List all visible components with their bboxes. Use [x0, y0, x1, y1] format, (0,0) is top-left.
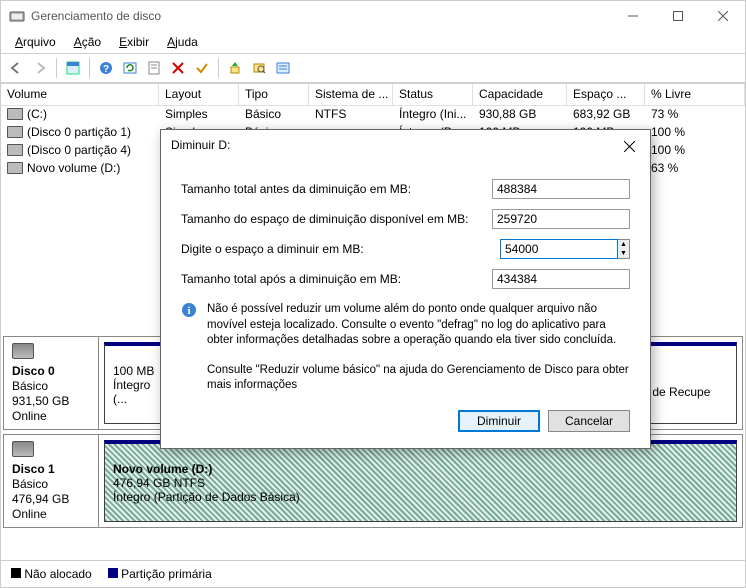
available-label: Tamanho do espaço de diminuição disponív… [181, 212, 492, 226]
disk-size: 476,94 GB [12, 492, 90, 506]
maximize-button[interactable] [655, 1, 700, 31]
col-layout[interactable]: Layout [159, 84, 239, 106]
col-volume[interactable]: Volume [1, 84, 159, 106]
cancel-button[interactable]: Cancelar [548, 410, 630, 432]
forward-icon[interactable] [29, 57, 51, 79]
disk-type: Básico [12, 379, 90, 393]
views-icon[interactable] [62, 57, 84, 79]
menu-action[interactable]: Ação [66, 33, 109, 51]
total-after-label: Tamanho total após a diminuição em MB: [181, 272, 492, 286]
disk-status: Online [12, 409, 90, 423]
shrink-button[interactable]: Diminuir [458, 410, 540, 432]
window-title: Gerenciamento de disco [31, 9, 161, 23]
partition[interactable]: 100 MB Íntegro (... [104, 342, 164, 424]
check-icon[interactable] [191, 57, 213, 79]
total-before-label: Tamanho total antes da diminuição em MB: [181, 182, 492, 196]
info-icon: i [181, 302, 197, 349]
search-icon[interactable] [248, 57, 270, 79]
disk-icon [12, 441, 34, 457]
toolbar: ? [1, 53, 745, 83]
disk-type: Básico [12, 477, 90, 491]
dialog-title: Diminuir D: [161, 130, 650, 160]
menu-help[interactable]: Ajuda [159, 33, 206, 51]
info-text-1: Não é possível reduzir um volume além do… [207, 302, 630, 349]
back-icon[interactable] [5, 57, 27, 79]
disk-header[interactable]: Disco 0 Básico 931,50 GB Online [4, 337, 99, 429]
col-capacity[interactable]: Capacidade [473, 84, 567, 106]
part-title: Novo volume (D:) [113, 462, 728, 476]
total-before-value: 488384 [492, 179, 630, 199]
part-size: 100 MB [113, 364, 155, 378]
help-icon[interactable]: ? [95, 57, 117, 79]
spinner-up-icon[interactable]: ▲ [618, 240, 629, 249]
minimize-button[interactable] [610, 1, 655, 31]
disk-icon [12, 343, 34, 359]
part-size: 476,94 GB NTFS [113, 476, 728, 490]
list-icon[interactable] [272, 57, 294, 79]
shrink-amount-spinner[interactable]: ▲▼ [500, 239, 630, 259]
spinner-down-icon[interactable]: ▼ [618, 249, 629, 258]
disk-name: Disco 1 [12, 462, 90, 476]
partition-selected[interactable]: Novo volume (D:) 476,94 GB NTFS Íntegro … [104, 440, 737, 522]
dialog-close-button[interactable] [614, 135, 644, 157]
legend-unallocated: Não alocado [24, 567, 91, 581]
total-after-value: 434384 [492, 269, 630, 289]
disk-size: 931,50 GB [12, 394, 90, 408]
titlebar: Gerenciamento de disco [1, 1, 745, 31]
disk-status: Online [12, 507, 90, 521]
col-status[interactable]: Status [393, 84, 473, 106]
legend: Não alocado Partição primária [1, 560, 745, 587]
menu-view[interactable]: Exibir [111, 33, 157, 51]
menubar: Arquivo Ação Exibir Ajuda [1, 31, 745, 53]
swatch-primary [108, 568, 118, 578]
part-status: Íntegro (... [113, 378, 155, 406]
swatch-unallocated [11, 568, 21, 578]
shrink-amount-label: Digite o espaço a diminuir em MB: [181, 242, 500, 256]
delete-icon[interactable] [167, 57, 189, 79]
part-status: Íntegro (Partição de Dados Básica) [113, 490, 728, 504]
col-type[interactable]: Tipo [239, 84, 309, 106]
available-value: 259720 [492, 209, 630, 229]
shrink-amount-input[interactable] [500, 239, 618, 259]
properties-icon[interactable] [143, 57, 165, 79]
shrink-dialog: Diminuir D: Tamanho total antes da dimin… [160, 129, 651, 449]
refresh-icon[interactable] [119, 57, 141, 79]
col-fs[interactable]: Sistema de ... [309, 84, 393, 106]
menu-file[interactable]: Arquivo [7, 33, 64, 51]
col-pct[interactable]: % Livre [645, 84, 745, 106]
close-button[interactable] [700, 1, 745, 31]
col-free[interactable]: Espaço ... [567, 84, 645, 106]
app-icon [9, 8, 25, 24]
table-row[interactable]: (C:)SimplesBásicoNTFSÍntegro (Ini...930,… [1, 106, 745, 124]
legend-primary: Partição primária [121, 567, 212, 581]
svg-text:?: ? [103, 64, 109, 75]
svg-text:i: i [187, 305, 190, 317]
disk-name: Disco 0 [12, 364, 90, 378]
disk-management-window: Gerenciamento de disco Arquivo Ação Exib… [0, 0, 746, 588]
up-icon[interactable] [224, 57, 246, 79]
info-text-2: Consulte "Reduzir volume básico" na ajud… [207, 363, 630, 394]
disk-header[interactable]: Disco 1 Básico 476,94 GB Online [4, 435, 99, 527]
table-header: Volume Layout Tipo Sistema de ... Status… [1, 84, 745, 106]
